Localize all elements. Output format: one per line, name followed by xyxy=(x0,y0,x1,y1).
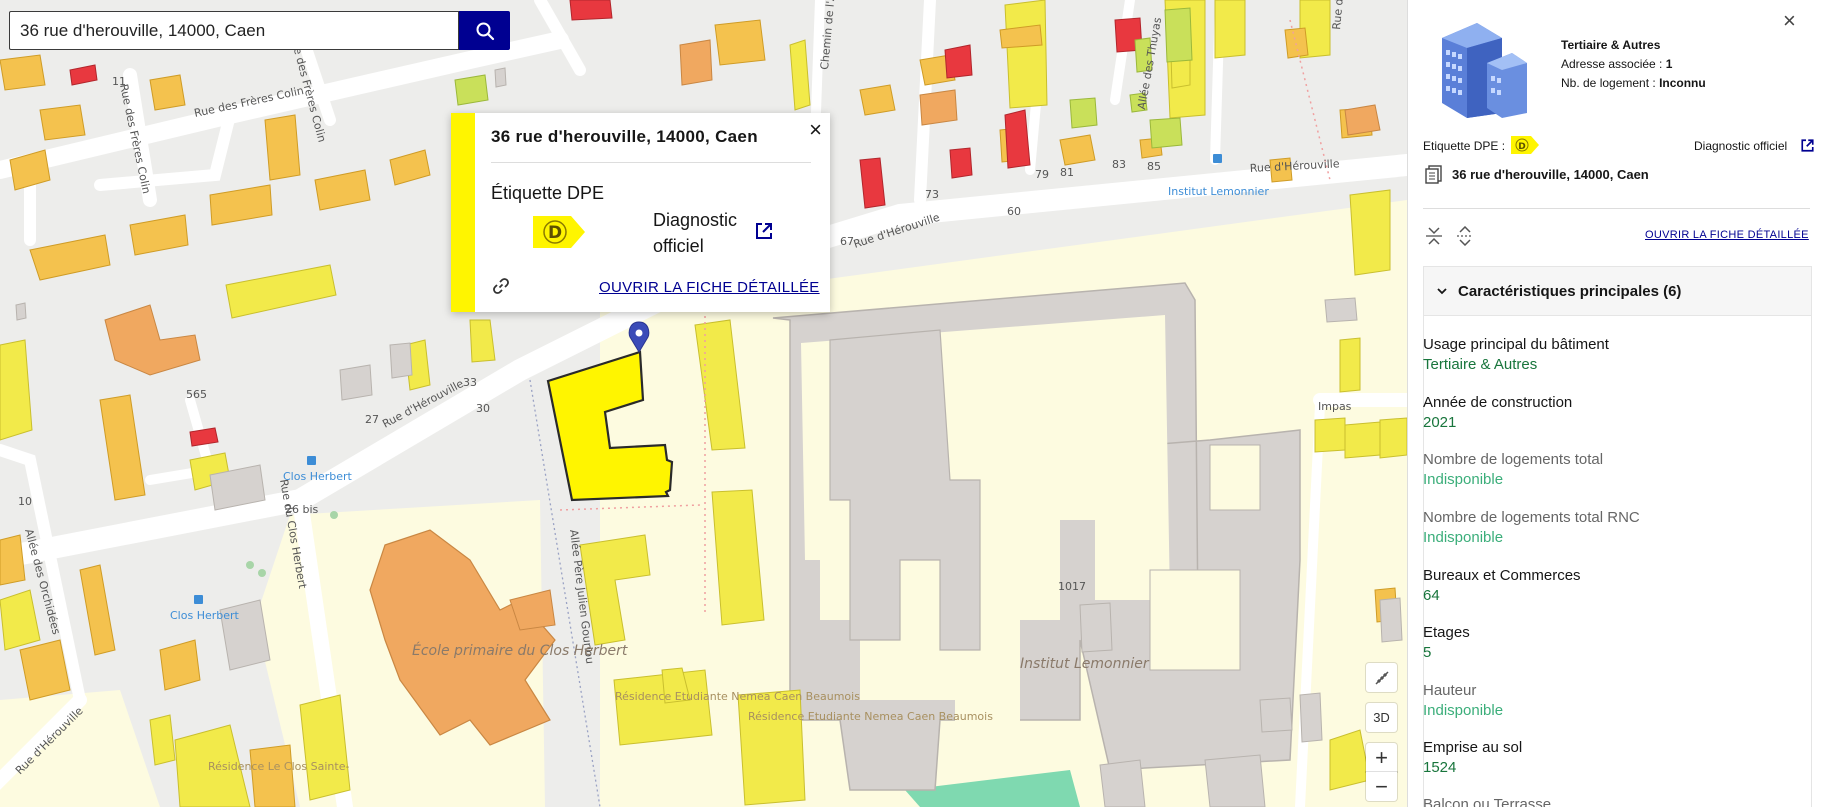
accordion-body xyxy=(1423,316,1812,807)
panel-dpe-label: Etiquette DPE : xyxy=(1423,139,1506,153)
bus-stop-icon xyxy=(194,595,203,604)
map-number: 79 xyxy=(1035,168,1049,181)
map-number: 60 xyxy=(1007,205,1021,218)
map-number: 27 xyxy=(365,413,379,426)
bus-stop-icon xyxy=(307,456,316,465)
poi-label: École primaire du Clos Herbert xyxy=(412,642,628,659)
transit-label: Clos Herbert xyxy=(170,609,240,622)
search-icon xyxy=(476,22,494,40)
popup-open-detail-link[interactable]: OUVRIR LA FICHE DÉTAILLÉE xyxy=(599,279,820,296)
popup-title: 36 rue d'herouville, 14000, Caen xyxy=(491,127,758,146)
tilt-icon xyxy=(1374,670,1389,685)
tilt-button[interactable] xyxy=(1366,663,1397,692)
expand-all-icon[interactable] xyxy=(1455,225,1475,251)
building-type: Tertiaire & Autres xyxy=(1561,38,1661,52)
transit-label: Clos Herbert xyxy=(283,470,353,483)
street-label: Impas xyxy=(1318,400,1352,413)
characteristic-item: Balcon ou Terrasse xyxy=(1423,796,1552,807)
housing-count: Nb. de logement : Inconnu xyxy=(1561,76,1706,90)
map-number: 26 bis xyxy=(285,503,319,516)
poi-label: Institut Lemonnier xyxy=(1020,656,1150,672)
map-number: 1017 xyxy=(1058,580,1086,593)
copy-link-icon[interactable] xyxy=(491,276,511,301)
popup-dpe-class: D xyxy=(548,223,562,243)
3d-toggle-button[interactable]: 3D xyxy=(1366,703,1397,732)
map-number: 67 xyxy=(840,235,854,248)
characteristic-item: Hauteur Indisponible xyxy=(1423,682,1504,719)
zoom-out-button[interactable]: − xyxy=(1366,772,1397,801)
document-icon xyxy=(1424,164,1444,189)
panel-open-detail-link[interactable]: OUVRIR LA FICHE DÉTAILLÉE xyxy=(1645,229,1809,241)
address-count: Adresse associée : 1 xyxy=(1561,57,1673,71)
map-number: 10 xyxy=(18,495,32,508)
search-button[interactable] xyxy=(459,11,510,50)
map-number: 33 xyxy=(463,376,477,389)
collapse-all-icon[interactable] xyxy=(1424,226,1444,251)
map-number: 565 xyxy=(186,388,207,401)
panel-close-button[interactable]: × xyxy=(1783,8,1796,34)
search-input[interactable]: 36 rue d'herouville, 14000, Caen xyxy=(9,11,459,50)
zoom-in-button[interactable]: + xyxy=(1366,743,1397,772)
poi-label: Résidence Le Clos Sainte- xyxy=(208,760,349,773)
map-canvas[interactable]: Rue des Frères Colin Rue des Frères Coli… xyxy=(0,0,1407,807)
building-popup: 36 rue d'herouville, 14000, Caen × Étiqu… xyxy=(451,113,830,312)
characteristic-item: Emprise au sol 1524 xyxy=(1423,739,1523,776)
characteristic-item: Usage principal du bâtiment Tertiaire & A… xyxy=(1423,336,1609,373)
characteristic-item: Nombre de logements total RNC Indisponibl… xyxy=(1423,509,1640,546)
transit-label: Institut Lemonnier xyxy=(1168,185,1269,198)
popup-dpe-label: Étiquette DPE xyxy=(491,183,605,203)
characteristic-item: Bureaux et Commerces 64 xyxy=(1423,567,1581,604)
poi-label: Résidence Etudiante Nemea Caen Beaumois xyxy=(748,710,993,723)
building-detail-panel: × Tertiaire & Autres Adresse associée : … xyxy=(1407,0,1823,807)
office-building-icon xyxy=(1442,23,1527,118)
panel-address: 36 rue d'herouville, 14000, Caen xyxy=(1452,167,1649,182)
bus-stop-icon xyxy=(1213,154,1222,163)
popup-diagnostic-label: Diagnostic officiel xyxy=(653,210,738,256)
accordion-main-characteristics[interactable]: Caractéristiques principales (6) xyxy=(1423,266,1812,316)
panel-dpe-badge: D xyxy=(1511,136,1539,159)
characteristic-item: Année de construction 2021 xyxy=(1423,394,1573,431)
map-number: 73 xyxy=(925,188,939,201)
panel-divider xyxy=(1423,208,1810,209)
map-number: 11 xyxy=(112,75,126,88)
map-number: 85 xyxy=(1147,160,1161,173)
dpe-color-stripe xyxy=(451,113,475,312)
map-number: 81 xyxy=(1060,166,1074,179)
search-input-value: 36 rue d'herouville, 14000, Caen xyxy=(20,20,266,40)
external-link-icon[interactable] xyxy=(1800,138,1815,158)
popup-divider xyxy=(491,162,811,163)
poi-label: Résidence Etudiante Nemea Caen Beaumois xyxy=(615,690,860,703)
panel-dpe-class: D xyxy=(1518,142,1525,152)
external-link-icon[interactable] xyxy=(754,221,774,246)
map-number: 83 xyxy=(1112,158,1126,171)
panel-diagnostic-label: Diagnostic officiel xyxy=(1694,139,1788,153)
accordion-title: Caractéristiques principales (6) xyxy=(1458,282,1682,300)
map-number: 30 xyxy=(476,402,490,415)
chevron-down-icon xyxy=(1437,288,1447,295)
popup-close-button[interactable]: × xyxy=(809,119,822,141)
popup-dpe-badge: D xyxy=(533,216,585,253)
characteristic-item: Nombre de logements total Indisponible xyxy=(1423,451,1604,488)
characteristic-item: Etages 5 xyxy=(1423,624,1470,661)
